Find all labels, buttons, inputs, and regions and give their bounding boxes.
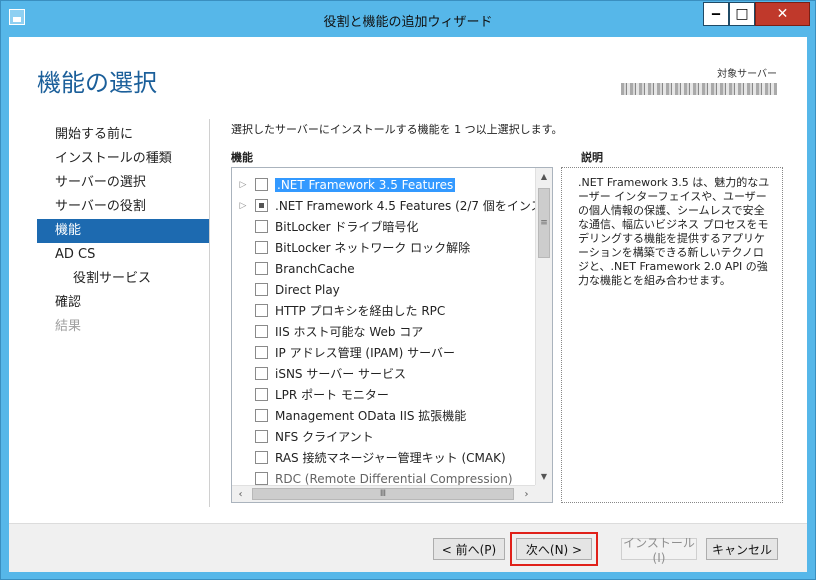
title-bar[interactable]: 役割と機能の追加ウィザード ‒ □ ✕ (1, 1, 815, 37)
feature-checkbox[interactable] (255, 346, 268, 359)
feature-label[interactable]: .NET Framework 3.5 Features (275, 177, 456, 192)
feature-checkbox[interactable] (255, 325, 268, 338)
nav-item: 結果 (55, 319, 82, 334)
feature-label[interactable]: NFS クライアント (275, 428, 374, 445)
feature-label[interactable]: LPR ポート モニター (275, 386, 389, 403)
feature-row[interactable]: BranchCache (232, 258, 536, 279)
vertical-scroll-thumb[interactable]: ≡ (538, 188, 550, 258)
feature-row[interactable]: iSNS サーバー サービス (232, 363, 536, 384)
cancel-button[interactable]: キャンセル (706, 538, 778, 560)
feature-label[interactable]: .NET Framework 4.5 Features (2/7 個をインストー… (275, 197, 536, 214)
expand-arrow-icon[interactable]: ▷ (236, 180, 250, 190)
wizard-window: 役割と機能の追加ウィザード ‒ □ ✕ 機能の選択 対象サーバー 開始する前にイ… (0, 0, 816, 580)
target-server-name-obscured (621, 83, 777, 95)
features-heading: 機能 (231, 151, 253, 164)
horizontal-scrollbar[interactable]: ‹ Ⅲ › (232, 485, 552, 502)
feature-row[interactable]: Management OData IIS 拡張機能 (232, 405, 536, 426)
feature-row[interactable]: Direct Play (232, 279, 536, 300)
feature-checkbox[interactable] (255, 178, 268, 191)
nav-item[interactable]: 役割サービス (37, 267, 209, 291)
horizontal-scroll-thumb[interactable]: Ⅲ (252, 488, 514, 500)
next-button[interactable]: 次へ(N) > (516, 538, 592, 560)
feature-checkbox[interactable] (255, 472, 268, 485)
wizard-content: 機能の選択 対象サーバー 開始する前に インストールの種類 サーバーの選択 サーバーの… (9, 37, 807, 572)
feature-row[interactable]: ▷ .NET Framework 3.5 Features (232, 174, 536, 195)
feature-label[interactable]: Direct Play (275, 283, 340, 297)
feature-label[interactable]: BitLocker ドライブ暗号化 (275, 218, 418, 235)
nav-item[interactable]: サーバーの役割 (37, 195, 209, 219)
expand-arrow-icon[interactable]: ▷ (236, 201, 250, 211)
window-title: 役割と機能の追加ウィザード (323, 15, 493, 30)
close-button[interactable]: ✕ (755, 2, 810, 26)
feature-row[interactable]: BitLocker ドライブ暗号化 (232, 216, 536, 237)
feature-list: ▷ .NET Framework 3.5 Features ▷ .NET Framew… (232, 174, 536, 489)
target-server-label: 対象サーバー (717, 69, 777, 80)
feature-checkbox[interactable] (255, 199, 268, 212)
feature-row[interactable]: BitLocker ネットワーク ロック解除 (232, 237, 536, 258)
feature-label[interactable]: IIS ホスト可能な Web コア (275, 323, 423, 340)
scroll-up-icon[interactable]: ▲ (536, 168, 552, 185)
feature-row[interactable]: IIS ホスト可能な Web コア (232, 321, 536, 342)
feature-row[interactable]: IP アドレス管理 (IPAM) サーバー (232, 342, 536, 363)
feature-checkbox[interactable] (255, 388, 268, 401)
feature-row[interactable]: RAS 接続マネージャー管理キット (CMAK) (232, 447, 536, 468)
scrollbar-corner (535, 485, 552, 502)
feature-row[interactable]: NFS クライアント (232, 426, 536, 447)
feature-checkbox[interactable] (255, 367, 268, 380)
nav-item[interactable]: 開始する前に (37, 123, 209, 147)
nav-item[interactable]: インストールの種類 (37, 147, 209, 171)
feature-checkbox[interactable] (255, 283, 268, 296)
feature-label[interactable]: RDC (Remote Differential Compression) (275, 472, 513, 486)
feature-checkbox[interactable] (255, 409, 268, 422)
feature-checkbox[interactable] (255, 304, 268, 317)
feature-label[interactable]: BranchCache (275, 262, 355, 276)
minimize-button[interactable]: ‒ (703, 2, 729, 26)
feature-row[interactable]: HTTP プロキシを経由した RPC (232, 300, 536, 321)
scroll-right-icon[interactable]: › (518, 486, 535, 502)
install-button[interactable]: インストール(I) (621, 536, 697, 565)
feature-checkbox[interactable] (255, 451, 268, 464)
wizard-footer: < 前へ(P) 次へ(N) > インストール(I) キャンセル (9, 523, 807, 572)
feature-label[interactable]: BitLocker ネットワーク ロック解除 (275, 239, 470, 256)
feature-row[interactable]: ▷ .NET Framework 4.5 Features (2/7 個をインスト… (232, 195, 536, 216)
vertical-scrollbar[interactable]: ▲ ≡ ▼ (535, 168, 552, 485)
feature-checkbox[interactable] (255, 430, 268, 443)
nav-divider (209, 119, 210, 507)
feature-checkbox[interactable] (255, 241, 268, 254)
target-server: 対象サーバー (621, 65, 777, 95)
page-title: 機能の選択 (37, 69, 157, 97)
feature-checkbox[interactable] (255, 220, 268, 233)
feature-checkbox[interactable] (255, 262, 268, 275)
nav-item[interactable]: 機能 (37, 219, 209, 243)
feature-label[interactable]: Management OData IIS 拡張機能 (275, 407, 466, 424)
nav-item[interactable]: AD CS (37, 243, 209, 267)
nav-item[interactable]: サーバーの選択 (37, 171, 209, 195)
description-heading: 説明 (581, 151, 603, 164)
maximize-button[interactable]: □ (729, 2, 755, 26)
nav-item[interactable]: 確認 (37, 291, 209, 315)
features-tree[interactable]: ▷ .NET Framework 3.5 Features ▷ .NET Framew… (231, 167, 553, 503)
wizard-nav: 開始する前に インストールの種類 サーバーの選択 サーバーの役割 機能 AD CS 役割サー… (37, 123, 209, 339)
feature-label[interactable]: RAS 接続マネージャー管理キット (CMAK) (275, 449, 506, 466)
feature-label[interactable]: HTTP プロキシを経由した RPC (275, 302, 445, 319)
feature-label[interactable]: IP アドレス管理 (IPAM) サーバー (275, 344, 455, 361)
scroll-down-icon[interactable]: ▼ (536, 468, 552, 485)
feature-label[interactable]: iSNS サーバー サービス (275, 365, 406, 382)
scroll-left-icon[interactable]: ‹ (232, 486, 249, 502)
description-panel: .NET Framework 3.5 は、魅力的なユーザー インターフェイスや、… (561, 167, 783, 503)
instruction-text: 選択したサーバーにインストールする機能を 1 つ以上選択します。 (231, 123, 563, 136)
feature-row[interactable]: LPR ポート モニター (232, 384, 536, 405)
back-button[interactable]: < 前へ(P) (433, 538, 505, 560)
